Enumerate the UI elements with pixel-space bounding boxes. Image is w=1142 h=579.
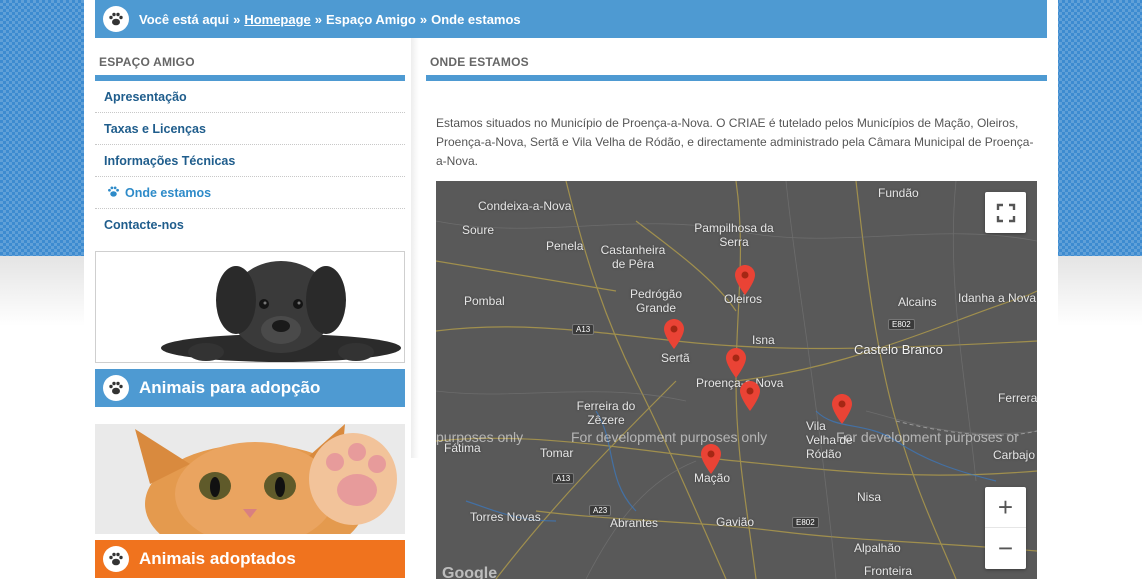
map-label: Pampilhosa da Serra (694, 221, 774, 249)
page-container: Você está aqui » Homepage » Espaço Amigo… (84, 0, 1058, 579)
zoom-out-button[interactable]: − (985, 528, 1026, 569)
map-label: Ferrera (998, 391, 1037, 405)
map-watermark: For development purposes or (836, 429, 1019, 445)
map-watermark: For development purposes only (571, 429, 768, 445)
paw-icon (107, 185, 120, 201)
map-watermark: purposes only (436, 429, 524, 445)
fullscreen-button[interactable] (985, 192, 1026, 233)
paw-icon (103, 6, 129, 32)
breadcrumb-separator: » (233, 11, 241, 27)
breadcrumb-prefix: Você está aqui (139, 11, 230, 27)
map-label: Nisa (857, 490, 882, 504)
dog-image[interactable] (95, 251, 405, 363)
map-label: Castelo Branco (854, 342, 943, 357)
map-label: Ferreira do Zêzere (576, 399, 636, 427)
sidebar-item-informacoes[interactable]: Informações Técnicas (95, 145, 405, 177)
map-label: Alpalhão (854, 541, 901, 555)
map-label: Torres Novas (470, 510, 541, 524)
map-label: Alcains (898, 295, 937, 309)
map-marker-icon[interactable] (735, 265, 755, 295)
sidebar-item-taxas[interactable]: Taxas e Licenças (95, 113, 405, 145)
paw-icon (103, 375, 129, 401)
breadcrumb-separator: » (419, 11, 428, 27)
zoom-in-button[interactable]: + (985, 487, 1026, 528)
road-tag: A23 (589, 505, 612, 516)
breadcrumb-current: Onde estamos (431, 11, 521, 27)
map-marker-icon[interactable] (740, 381, 760, 411)
map-label: Soure (462, 223, 495, 237)
sidebar: ESPAÇO AMIGO Apresentação Taxas e Licenç… (95, 38, 405, 578)
road-tag: A13 (572, 324, 595, 335)
map-label: Idanha a Nova (958, 291, 1037, 305)
map-marker-icon[interactable] (726, 348, 746, 378)
adoption-banner-label: Animais para adopção (139, 378, 321, 397)
map-label: Gavião (716, 515, 755, 529)
intro-text: Estamos situados no Município de Proença… (436, 116, 1034, 168)
map-label: Condeixa-a-Nova (478, 199, 572, 213)
sidebar-title: ESPAÇO AMIGO (95, 38, 405, 81)
map-label: Fronteira (864, 564, 913, 578)
map-label: Pombal (464, 294, 505, 308)
sidebar-item-onde-estamos[interactable]: Onde estamos (95, 177, 405, 209)
fullscreen-icon (996, 203, 1015, 222)
map-label: Carbajo (993, 448, 1036, 462)
road-tag: A13 (552, 473, 575, 484)
sidebar-item-apresentacao[interactable]: Apresentação (95, 81, 405, 113)
map-marker-icon[interactable] (832, 394, 852, 424)
breadcrumb: Você está aqui » Homepage » Espaço Amigo… (95, 0, 1047, 38)
breadcrumb-home-link[interactable]: Homepage (244, 12, 310, 27)
google-logo: Google (442, 565, 498, 579)
map-label: Tomar (540, 446, 574, 460)
map-label: Sertã (661, 351, 690, 365)
road-tag: E802 (792, 517, 819, 528)
column-divider (411, 38, 419, 458)
map-label: Penela (546, 239, 584, 253)
map-label: Isna (752, 333, 775, 347)
zoom-control: + − (985, 487, 1026, 569)
adopted-banner[interactable]: Animais adoptados (95, 540, 405, 578)
map-marker-icon[interactable] (701, 444, 721, 474)
road-tag: E802 (888, 319, 915, 330)
cat-image[interactable] (95, 424, 405, 534)
map-label: Castanheira de Pêra (600, 243, 666, 271)
breadcrumb-section: Espaço Amigo (326, 11, 416, 27)
map-label: Abrantes (610, 516, 659, 530)
map-marker-icon[interactable] (664, 319, 684, 349)
main-content: ONDE ESTAMOS Estamos situados no Municíp… (426, 38, 1047, 579)
map-label: Fundão (878, 186, 919, 200)
google-map[interactable]: Condeixa-a-Nova Soure Penela Castanheira… (436, 181, 1037, 579)
map-label: Pedrógão Grande (629, 287, 683, 315)
adoption-banner[interactable]: Animais para adopção (95, 369, 405, 407)
page-title: ONDE ESTAMOS (426, 38, 1047, 81)
adopted-banner-label: Animais adoptados (139, 549, 296, 568)
paw-icon (103, 546, 129, 572)
breadcrumb-separator: » (314, 11, 323, 27)
sidebar-item-contacte[interactable]: Contacte-nos (95, 209, 405, 241)
sidebar-item-label: Onde estamos (125, 185, 212, 200)
